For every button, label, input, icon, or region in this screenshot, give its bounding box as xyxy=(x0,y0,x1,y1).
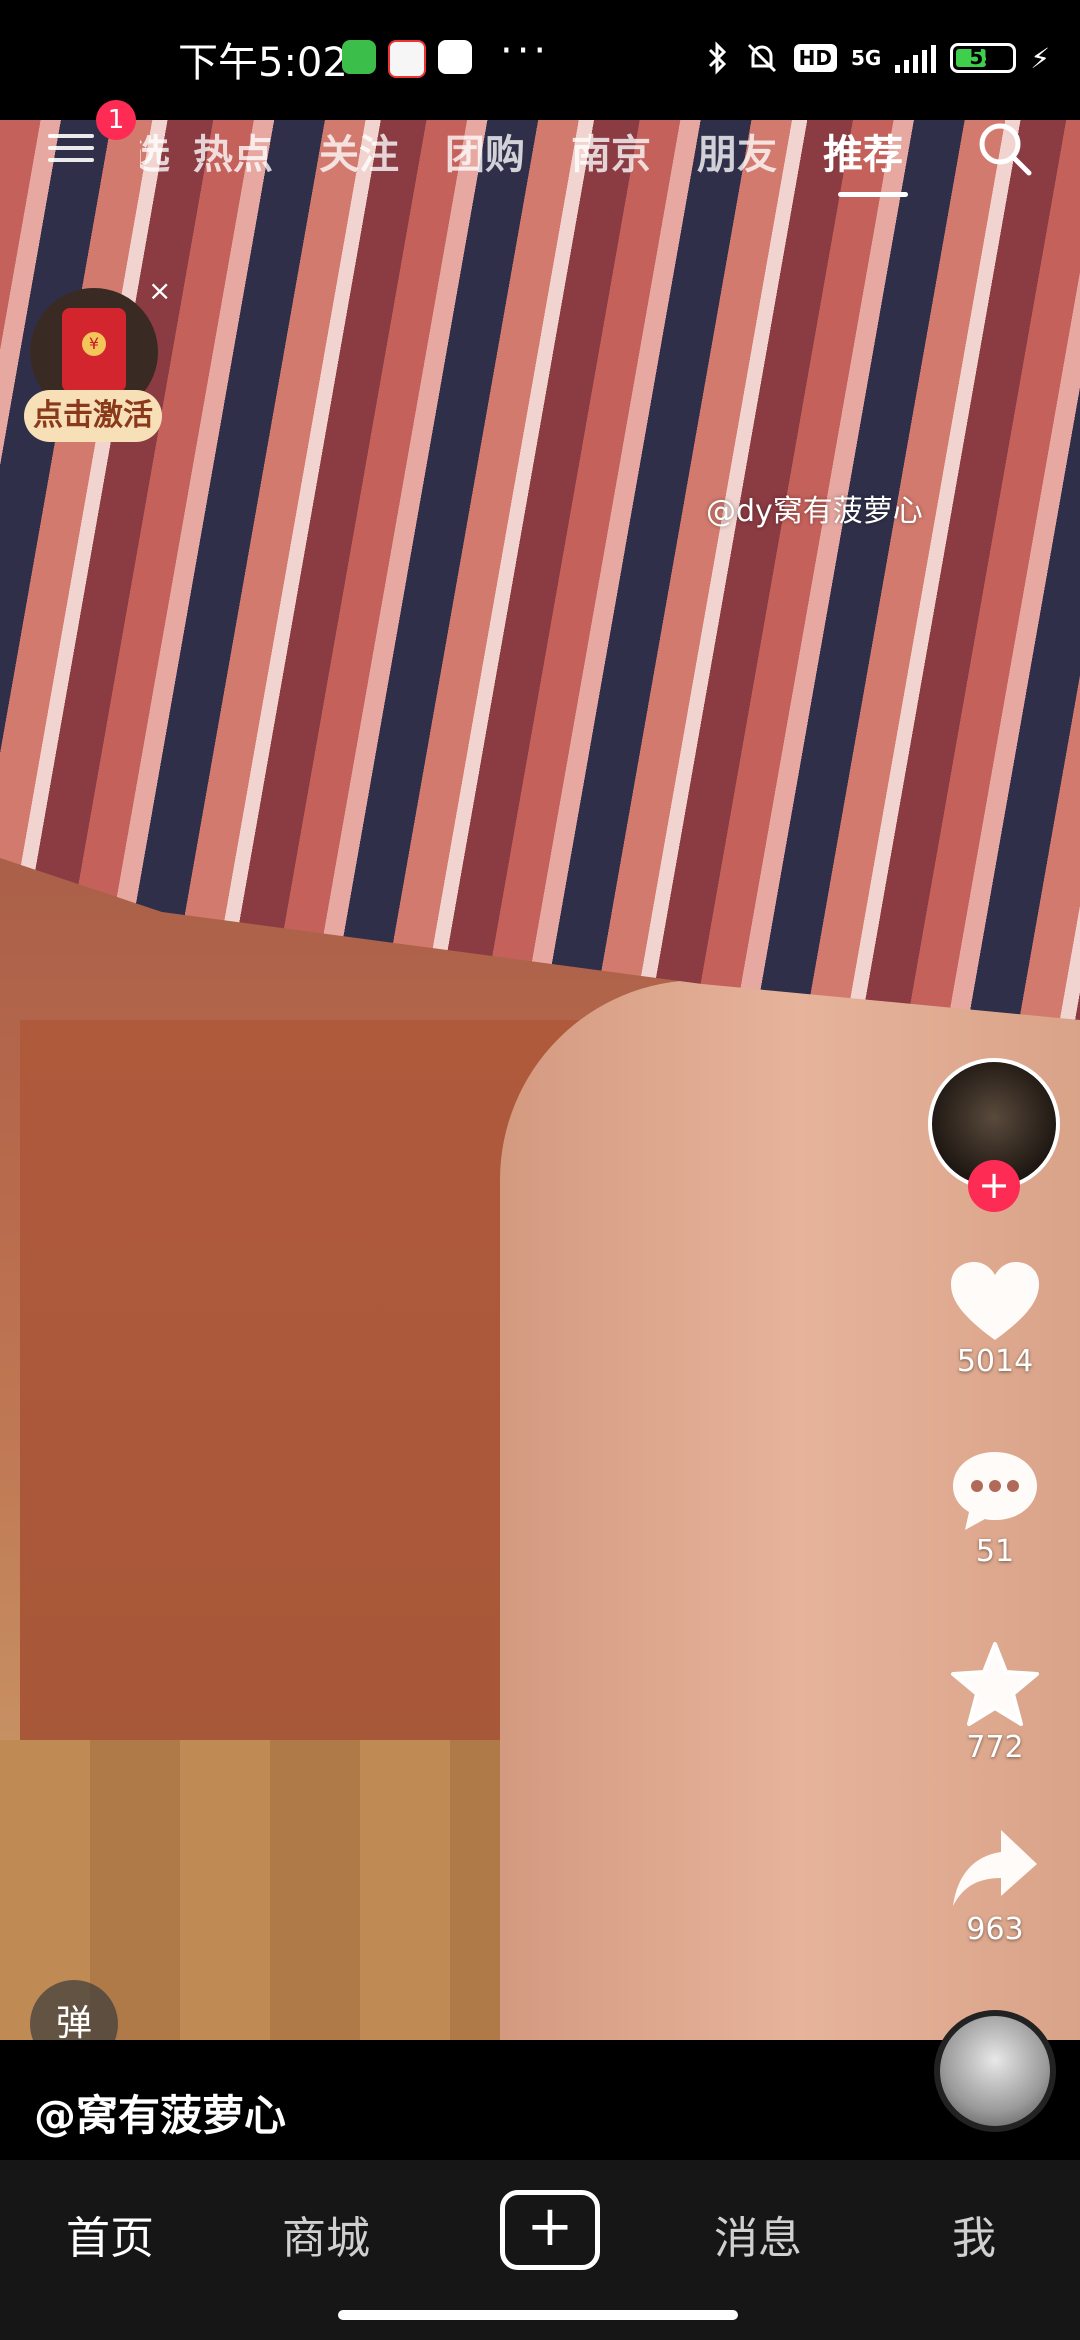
share-count: 963 xyxy=(966,1912,1024,1947)
coin-icon: ¥ xyxy=(82,332,106,356)
active-tab-indicator xyxy=(838,192,908,197)
close-icon[interactable]: × xyxy=(148,274,171,307)
share-button[interactable]: 963 xyxy=(940,1826,1050,1947)
charging-icon: ⚡ xyxy=(1030,41,1050,75)
nav-me[interactable]: 我 xyxy=(952,2202,996,2266)
hd-badge: HD xyxy=(793,44,837,72)
tab-following[interactable]: 关注 xyxy=(296,122,422,180)
nav-home[interactable]: 首页 xyxy=(66,2202,154,2266)
top-tabs: 选 热点 关注 团购 南京 朋友 推荐 xyxy=(140,122,926,180)
follow-button[interactable]: + xyxy=(968,1160,1020,1212)
network-type: 5G xyxy=(850,46,882,70)
more-notifications-icon: ··· xyxy=(500,28,551,74)
heart-icon xyxy=(951,1262,1039,1340)
tab-group-buy[interactable]: 团购 xyxy=(422,122,548,180)
comment-count: 51 xyxy=(975,1534,1015,1569)
comment-button[interactable]: 51 xyxy=(940,1448,1050,1569)
home-indicator[interactable] xyxy=(338,2310,738,2320)
video-skirt xyxy=(0,120,1080,1020)
author-name[interactable]: @窝有菠萝心 xyxy=(34,2082,286,2143)
favorite-count: 772 xyxy=(966,1730,1024,1765)
video-player[interactable] xyxy=(0,120,1080,2040)
battery-icon: 55 xyxy=(950,43,1017,73)
status-indicators: HD 5G 55 ⚡ xyxy=(706,28,1050,88)
video-watermark: @dy窝有菠萝心 xyxy=(706,494,923,529)
menu-badge: 1 xyxy=(96,100,136,140)
status-bar: 下午5:02 ··· HD 5G 55 ⚡ xyxy=(0,0,1080,120)
nav-mall[interactable]: 商城 xyxy=(282,2202,370,2266)
signal-icon xyxy=(895,43,937,73)
comment-icon xyxy=(953,1452,1037,1530)
battery-level: 55 xyxy=(969,45,998,69)
search-icon[interactable] xyxy=(974,118,1036,180)
tab-friends[interactable]: 朋友 xyxy=(674,122,800,180)
status-time: 下午5:02 xyxy=(178,40,348,86)
music-disc-icon[interactable] xyxy=(934,2010,1056,2132)
58-app-icon xyxy=(388,40,426,78)
like-count: 5014 xyxy=(956,1344,1034,1379)
bluetooth-icon xyxy=(708,41,726,75)
cloud-app-icon xyxy=(438,40,472,74)
favorite-button[interactable]: 772 xyxy=(940,1640,1050,1765)
like-button[interactable]: 5014 xyxy=(940,1260,1050,1379)
menu-icon[interactable] xyxy=(48,126,94,172)
tab-featured[interactable]: 选 xyxy=(140,122,170,180)
tab-recommended[interactable]: 推荐 xyxy=(800,122,926,180)
star-icon xyxy=(951,1642,1039,1726)
nav-messages[interactable]: 消息 xyxy=(714,2202,802,2266)
mute-bell-icon xyxy=(747,43,776,73)
share-arrow-icon xyxy=(953,1830,1037,1906)
activate-button[interactable]: 点击激活 xyxy=(24,390,162,442)
tab-nanjing[interactable]: 南京 xyxy=(548,122,674,180)
tab-hot[interactable]: 热点 xyxy=(170,122,296,180)
green-app-icon xyxy=(342,40,376,74)
create-button[interactable]: + xyxy=(500,2190,600,2270)
